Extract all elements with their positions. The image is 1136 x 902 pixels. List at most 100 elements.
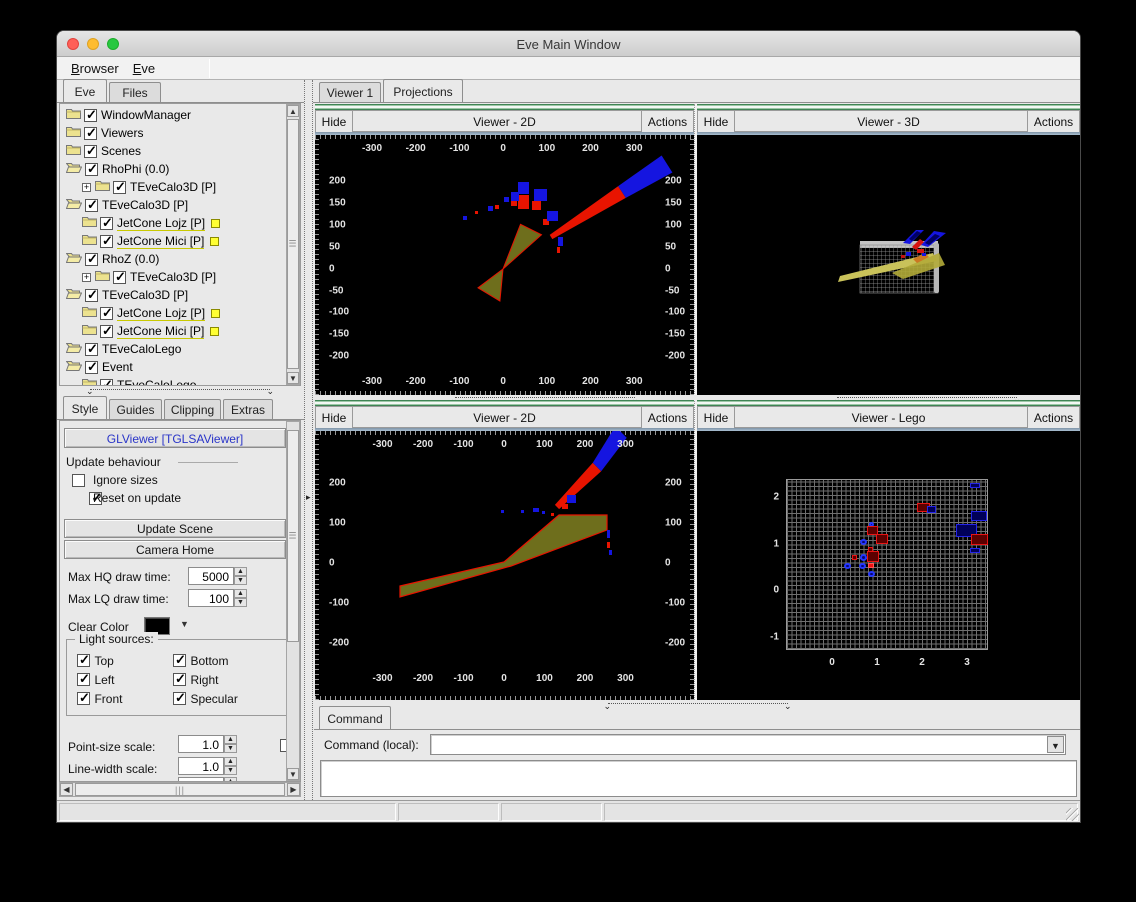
tree-item[interactable]: + TEveCalo3D [P] (62, 178, 286, 196)
tree-item-checkbox[interactable] (84, 107, 97, 123)
tree-item-checkbox[interactable] (84, 125, 97, 141)
scroll-down-arrow-icon[interactable]: ▼ (287, 372, 299, 384)
expand-plus-icon[interactable]: + (82, 272, 91, 282)
tab-clipping[interactable]: Clipping (164, 399, 221, 419)
tab-extras[interactable]: Extras (223, 399, 273, 419)
scroll-right-arrow-icon[interactable]: ▶ (287, 783, 300, 796)
light-left-checkbox[interactable] (77, 671, 90, 687)
tab-projections[interactable]: Projections (383, 79, 463, 102)
light-right-checkbox[interactable] (173, 671, 186, 687)
tree-item-label[interactable]: Scenes (101, 144, 141, 158)
jetcone-color-swatch[interactable] (211, 218, 221, 228)
max-hq-value[interactable]: 5000 (188, 567, 234, 585)
command-input[interactable]: ▼ (430, 734, 1066, 755)
tree-item-checkbox[interactable] (113, 179, 126, 195)
actions-button[interactable]: Actions (641, 111, 693, 133)
jetcone-color-swatch[interactable] (210, 326, 220, 336)
spin-up-icon[interactable]: ▲ (234, 567, 247, 576)
tree-item-checkbox[interactable] (85, 359, 98, 375)
tree-item[interactable]: RhoZ (0.0) (62, 250, 286, 268)
scroll-down-arrow-icon[interactable]: ▼ (287, 768, 299, 780)
tree-item-label[interactable]: TEveCalo3D [P] (130, 270, 216, 284)
tree-item-label[interactable]: RhoPhi (0.0) (102, 162, 169, 176)
actions-button[interactable]: Actions (1027, 407, 1079, 429)
tree-item[interactable]: Viewers (62, 124, 286, 142)
command-output[interactable] (320, 760, 1077, 797)
tree-item-checkbox[interactable] (100, 305, 113, 321)
scroll-up-arrow-icon[interactable]: ▲ (287, 105, 299, 117)
tree-item[interactable]: TEveCaloLego (62, 376, 286, 385)
spin-down-icon[interactable]: ▼ (224, 744, 237, 753)
tree-item-checkbox[interactable] (100, 233, 113, 249)
tree-item-checkbox[interactable] (85, 161, 98, 177)
main-vertical-splitter[interactable]: ▸ (304, 80, 313, 800)
jetcone-color-swatch[interactable] (210, 236, 220, 246)
viewer-2d-bottom-canvas[interactable]: -300 -200 -100 0 100 200 300 -300 -200 -100 0 100 2… (315, 431, 694, 700)
tree-item-label[interactable]: JetCone Lojz [P] (117, 306, 206, 321)
scroll-left-arrow-icon[interactable]: ◀ (60, 783, 73, 796)
spin-down-icon[interactable]: ▼ (234, 598, 247, 607)
tree-item-label[interactable]: RhoZ (0.0) (102, 252, 159, 266)
spin-up-icon[interactable]: ▲ (234, 589, 247, 598)
tree-item-label[interactable]: TEveCalo3D [P] (102, 288, 188, 302)
menu-browser[interactable]: Browser (71, 61, 119, 76)
viewer-3d-canvas[interactable] (697, 135, 1080, 395)
resize-grip[interactable] (1066, 808, 1079, 821)
max-lq-value[interactable]: 100 (188, 589, 234, 607)
viewer-2d-top-canvas[interactable]: -300 -200 -100 0 100 200 300 -300 -200 -100 0 100 2… (315, 135, 694, 395)
tree-item[interactable]: JetCone Lojz [P] (62, 304, 286, 322)
tree-item[interactable]: TEveCaloLego (62, 340, 286, 358)
point-size-value[interactable]: 1.0 (178, 735, 224, 753)
tree-item-checkbox[interactable] (100, 215, 113, 231)
tree-item-label[interactable]: Viewers (101, 126, 143, 140)
tab-eve[interactable]: Eve (63, 79, 107, 102)
tree-item[interactable]: JetCone Mici [P] (62, 322, 286, 340)
tree-item[interactable]: JetCone Mici [P] (62, 232, 286, 250)
tree-item[interactable]: Scenes (62, 142, 286, 160)
tree-item[interactable]: JetCone Lojz [P] (62, 214, 286, 232)
left-horizontal-scrollbar[interactable]: ◀ ▶ ||| (59, 782, 301, 797)
tree-item-checkbox[interactable] (85, 197, 98, 213)
spin-down-icon[interactable]: ▼ (234, 576, 247, 585)
ignore-sizes-checkbox[interactable] (72, 474, 85, 487)
tab-command[interactable]: Command (319, 706, 391, 729)
spin-down-icon[interactable]: ▼ (224, 766, 237, 775)
tab-style[interactable]: Style (63, 396, 107, 419)
tree-item-checkbox[interactable] (113, 269, 126, 285)
tree-item-checkbox[interactable] (85, 341, 98, 357)
tree-item-checkbox[interactable] (100, 377, 113, 385)
actions-button[interactable]: Actions (1027, 111, 1079, 133)
tree-item-checkbox[interactable] (85, 287, 98, 303)
tree-item-label[interactable]: TEveCaloLego (117, 378, 196, 385)
tree-item-label[interactable]: Event (102, 360, 133, 374)
hscroll-thumb[interactable]: ||| (75, 783, 285, 796)
tree-vertical-scrollbar[interactable]: ▲ ▼ ☰ (286, 104, 300, 385)
tree-item[interactable]: RhoPhi (0.0) (62, 160, 286, 178)
style-scroll-thumb[interactable]: ☰ (287, 430, 299, 642)
light-bottom-checkbox[interactable] (173, 652, 186, 668)
tree-item-label[interactable]: TEveCalo3D [P] (130, 180, 216, 194)
tree-item-label[interactable]: TEveCalo3D [P] (102, 198, 188, 212)
expand-plus-icon[interactable]: + (82, 182, 91, 192)
tree-item-label[interactable]: JetCone Mici [P] (117, 324, 205, 339)
spin-up-icon[interactable]: ▲ (224, 735, 237, 744)
tree-item-checkbox[interactable] (85, 251, 98, 267)
tree-item[interactable]: Event (62, 358, 286, 376)
update-scene-button[interactable]: Update Scene (64, 519, 286, 538)
glviewer-button[interactable]: GLViewer [TGLSAViewer] (64, 428, 286, 448)
command-splitter[interactable]: ⌄ ⌄ (315, 700, 1080, 711)
menu-eve[interactable]: Eve (133, 61, 155, 76)
tree-item-label[interactable]: JetCone Mici [P] (117, 234, 205, 249)
light-top-checkbox[interactable] (77, 652, 90, 668)
tree-item[interactable]: TEveCalo3D [P] (62, 286, 286, 304)
tab-viewer-1[interactable]: Viewer 1 (319, 82, 381, 102)
tree-item-label[interactable]: TEveCaloLego (102, 342, 181, 356)
camera-home-button[interactable]: Camera Home (64, 540, 286, 559)
tab-files[interactable]: Files (109, 82, 161, 102)
tab-guides[interactable]: Guides (109, 399, 162, 419)
jetcone-color-swatch[interactable] (211, 308, 221, 318)
light-front-checkbox[interactable] (77, 690, 90, 706)
light-specular-checkbox[interactable] (173, 690, 186, 706)
splitter-arrow-icon[interactable]: ▸ (306, 492, 311, 503)
tree-item[interactable]: TEveCalo3D [P] (62, 196, 286, 214)
